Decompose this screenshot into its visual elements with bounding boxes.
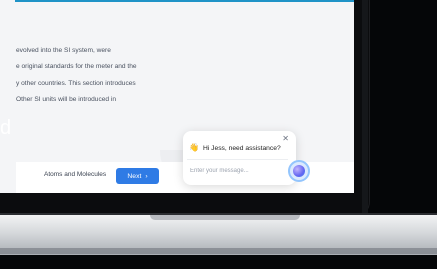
- chat-widget: ✕ 👋 Hi Jess, need assistance?: [183, 131, 296, 185]
- paragraph-line: Other SI units will be introduced in: [16, 96, 117, 104]
- ai-assistant-orb-icon[interactable]: [288, 160, 310, 182]
- chat-message-input[interactable]: [187, 159, 288, 182]
- lesson-paragraph: evolved into the SI system, were e origi…: [16, 43, 181, 109]
- next-button[interactable]: Next ›: [116, 168, 159, 184]
- top-accent-bar: [0, 0, 354, 2]
- chevron-right-icon: ›: [145, 172, 148, 180]
- paragraph-line: e original standards for the meter and t…: [16, 63, 137, 71]
- cropped-text-fragment: d: [0, 117, 12, 139]
- laptop-screen: evolved into the SI system, were e origi…: [0, 0, 354, 193]
- sidebar-strip: [0, 0, 15, 193]
- chat-greeting-text: Hi Jess, need assistance?: [202, 144, 281, 152]
- assistant-orb-core: [293, 165, 305, 177]
- previous-lesson-link[interactable]: Atoms and Molecules: [44, 171, 106, 178]
- laptop-lid-edge: [362, 0, 368, 214]
- paragraph-line: y other countries. This section introduc…: [16, 79, 136, 87]
- waving-hand-icon: 👋: [189, 143, 199, 152]
- laptop-notch: [150, 215, 300, 220]
- chat-greeting: 👋 Hi Jess, need assistance?: [189, 144, 281, 152]
- paragraph-line: evolved into the SI system, were: [16, 47, 111, 54]
- next-button-label: Next: [127, 172, 142, 180]
- close-icon[interactable]: ✕: [282, 134, 289, 143]
- laptop-base-edge: [0, 248, 437, 254]
